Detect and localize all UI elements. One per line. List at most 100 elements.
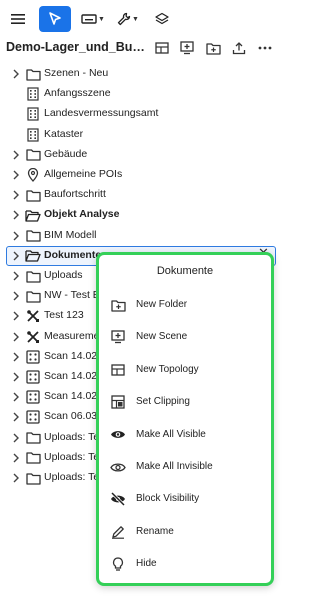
scan-grid-icon xyxy=(25,389,41,405)
grid-view-icon xyxy=(155,42,169,54)
chevron-right-icon[interactable] xyxy=(10,391,22,403)
keyboard-tool-button[interactable]: ▼ xyxy=(79,7,107,31)
lightbulb-icon xyxy=(110,556,126,572)
context-menu-item-label: New Folder xyxy=(136,299,188,310)
tree-row-label: Test 123 xyxy=(44,309,84,322)
tree-row[interactable]: Kataster xyxy=(0,125,282,145)
tree-row-label: Kataster xyxy=(44,127,84,140)
context-menu-item[interactable]: Hide xyxy=(99,551,271,579)
chevron-right-icon[interactable] xyxy=(10,432,22,444)
layers-button[interactable] xyxy=(150,7,174,31)
building-icon xyxy=(25,106,41,122)
chevron-right-icon[interactable] xyxy=(10,411,22,423)
scan-grid-icon xyxy=(25,349,41,365)
upload-icon xyxy=(232,42,246,55)
folder-icon xyxy=(25,288,41,304)
tree-row-label: Dokumente xyxy=(44,248,102,261)
chevron-right-icon[interactable] xyxy=(10,310,22,322)
menu-button[interactable] xyxy=(6,7,30,31)
tree-row[interactable]: Baufortschritt xyxy=(0,185,282,205)
tree-row-label: Objekt Analyse xyxy=(44,208,120,221)
folder-icon xyxy=(25,450,41,466)
tree-row[interactable]: Anfangsszene xyxy=(0,84,282,104)
more-icon xyxy=(258,46,272,50)
context-menu-item[interactable]: Set Clipping xyxy=(99,389,271,417)
folder-icon xyxy=(25,187,41,203)
context-menu-item[interactable]: New Folder xyxy=(99,292,271,320)
grid-view-button[interactable] xyxy=(153,39,171,57)
chevron-right-icon[interactable] xyxy=(10,230,22,242)
tree-row[interactable]: Allgemeine POIs xyxy=(0,165,282,185)
folder-icon xyxy=(25,228,41,244)
chevron-right-icon[interactable] xyxy=(10,149,22,161)
chevron-right-icon[interactable] xyxy=(10,452,22,464)
chevron-right-icon[interactable] xyxy=(10,209,22,221)
context-menu-item[interactable]: Block Visibility xyxy=(99,486,271,514)
context-menu-item[interactable]: Make All Visible xyxy=(99,422,271,450)
chevron-down-icon: ▼ xyxy=(132,15,139,23)
new-folder-icon xyxy=(110,297,126,313)
context-menu-item[interactable]: Rename xyxy=(99,519,271,547)
chevron-right-icon[interactable] xyxy=(10,331,22,343)
tree-row[interactable]: Objekt Analyse xyxy=(0,205,282,225)
context-menu-title: Dokumente xyxy=(156,265,214,277)
tree-row-label: Szenen - Neu xyxy=(44,67,109,79)
select-tool-button[interactable] xyxy=(39,6,71,32)
eye-outline-icon xyxy=(110,459,126,475)
upload-button[interactable] xyxy=(230,39,248,57)
context-menu-item[interactable]: New Scene xyxy=(99,324,271,352)
context-menu-item-label: New Topology xyxy=(136,363,199,375)
cursor-arrow-icon xyxy=(49,12,61,25)
chevron-right-icon[interactable] xyxy=(10,169,22,181)
context-menu-item-label: Rename xyxy=(136,525,174,537)
chevron-right-icon[interactable] xyxy=(10,351,22,363)
clipping-icon xyxy=(110,394,126,410)
project-title: Demo-Lager_und_Bueroge... xyxy=(6,40,148,54)
context-menu-item-label: New Scene xyxy=(136,331,188,343)
tools-cross-icon xyxy=(25,329,41,345)
tree-row[interactable]: Gebäude xyxy=(0,145,282,165)
keyboard-icon xyxy=(81,14,97,24)
context-menu-item-label: Make All Invisible xyxy=(136,461,213,472)
chevron-right-icon[interactable] xyxy=(10,270,22,282)
tree-row-label: Landesvermessungsamt xyxy=(44,107,159,120)
more-options-button[interactable] xyxy=(256,39,274,57)
chevron-right-icon[interactable] xyxy=(10,290,22,302)
scan-grid-icon xyxy=(25,369,41,385)
folder-icon xyxy=(25,66,41,82)
chevron-right-icon[interactable] xyxy=(10,371,22,383)
building-icon xyxy=(25,127,41,143)
chevron-right-icon[interactable] xyxy=(10,68,22,80)
new-scene-icon xyxy=(110,329,126,345)
context-menu-item-label: Hide xyxy=(136,558,157,570)
scan-grid-icon xyxy=(25,409,41,425)
folder-icon xyxy=(25,430,41,446)
tree-row-label: Anfangsszene xyxy=(44,87,111,100)
building-icon xyxy=(25,86,41,102)
folder-open-icon xyxy=(25,248,41,264)
context-menu-item-label: Make All Visible xyxy=(136,428,206,440)
add-folder-button[interactable] xyxy=(204,39,222,57)
topology-icon xyxy=(110,362,126,378)
context-menu: Dokumente New Folder New Scene New Topolog… xyxy=(96,252,274,586)
tree-row-label: Allgemeine POIs xyxy=(44,168,123,180)
toolbar: ▼ ▼ xyxy=(0,0,282,36)
eye-off-icon xyxy=(110,491,126,507)
tree-row-label: Baufortschritt xyxy=(44,188,106,201)
tree-row[interactable]: BIM Modell xyxy=(0,226,282,246)
add-folder-icon xyxy=(205,42,221,55)
chevron-right-icon[interactable] xyxy=(10,250,22,262)
eye-filled-icon xyxy=(110,427,126,443)
context-menu-item-label: Set Clipping xyxy=(136,396,190,408)
add-scene-button[interactable] xyxy=(178,39,196,57)
tools-button[interactable]: ▼ xyxy=(114,7,142,31)
chevron-right-icon[interactable] xyxy=(10,189,22,201)
chevron-right-icon[interactable] xyxy=(10,472,22,484)
project-header: Demo-Lager_und_Bueroge... xyxy=(0,37,282,59)
tree-row[interactable]: Landesvermessungsamt xyxy=(0,104,282,124)
context-menu-item[interactable]: Make All Invisible xyxy=(99,454,271,482)
tree-row[interactable]: Szenen - Neu xyxy=(0,64,282,84)
hamburger-icon xyxy=(11,14,25,24)
context-menu-item[interactable]: New Topology xyxy=(99,357,271,385)
folder-icon xyxy=(25,147,41,163)
